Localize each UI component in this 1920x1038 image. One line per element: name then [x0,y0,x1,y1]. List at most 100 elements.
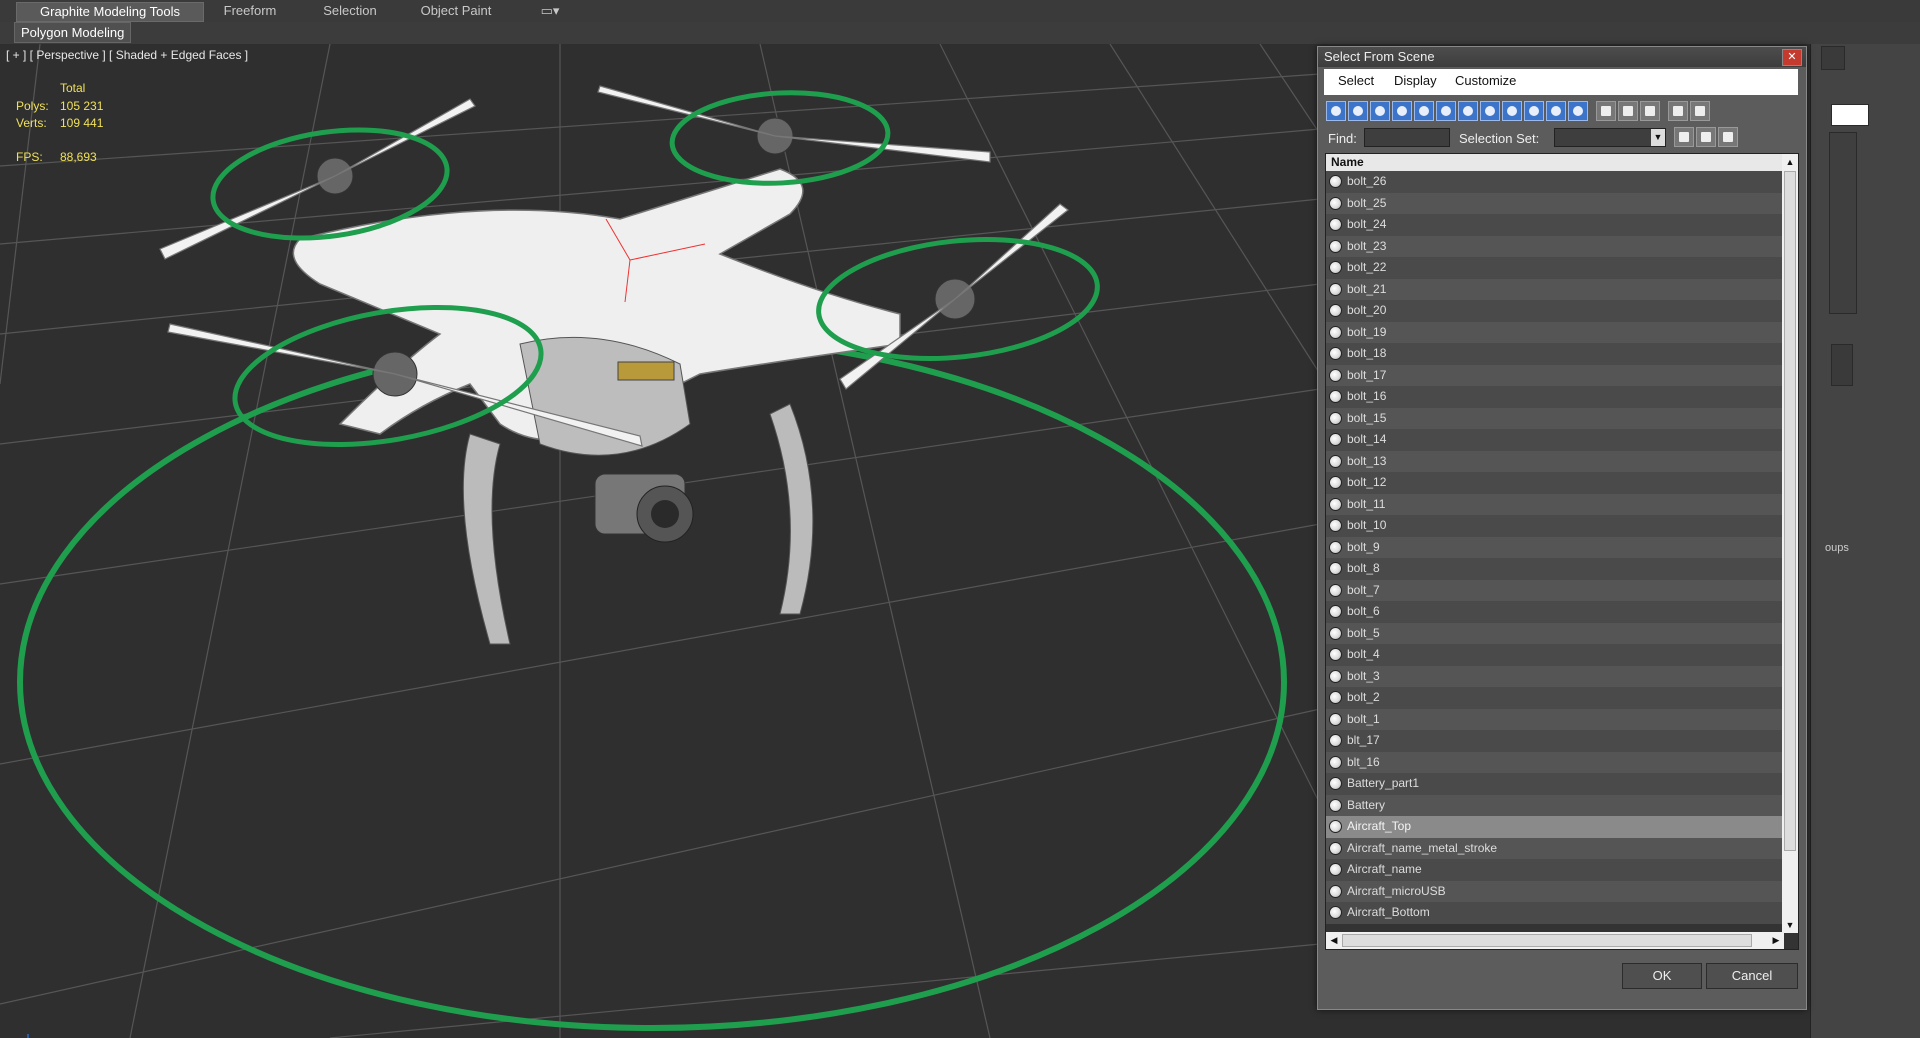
list-item[interactable]: bolt_11 [1326,493,1783,515]
command-panel-dropdown[interactable] [1831,104,1869,126]
tab-object-paint[interactable]: Object Paint [410,2,502,20]
filter-options-icon[interactable] [1690,101,1710,121]
tab-freeform[interactable]: Freeform [210,2,290,20]
geometry-object-icon [1329,691,1342,704]
menu-display[interactable]: Display [1394,73,1437,88]
list-item[interactable]: bolt_3 [1326,665,1783,687]
tab-polygon-modeling[interactable]: Polygon Modeling [14,22,132,43]
list-item-label: blt_16 [1347,754,1380,769]
display-bones-icon[interactable] [1502,101,1522,121]
list-item[interactable]: bolt_13 [1326,450,1783,472]
list-item[interactable]: bolt_8 [1326,558,1783,580]
list-item[interactable]: blt_16 [1326,751,1783,773]
find-label: Find: [1328,131,1357,146]
cancel-button[interactable]: Cancel [1706,963,1798,989]
scroll-left-icon[interactable]: ◀ [1326,932,1342,948]
display-geometry-icon[interactable] [1326,101,1346,121]
list-item[interactable]: bolt_14 [1326,429,1783,451]
list-item[interactable]: bolt_21 [1326,278,1783,300]
list-item[interactable]: bolt_2 [1326,687,1783,709]
scroll-right-icon[interactable]: ▶ [1768,932,1784,948]
chevron-down-icon[interactable]: ▼ [1651,129,1665,146]
menu-customize[interactable]: Customize [1455,73,1516,88]
list-item[interactable]: Aircraft_name [1326,859,1783,881]
command-panel: oups [1810,44,1920,1038]
list-item[interactable]: Battery_part1 [1326,773,1783,795]
list-item[interactable]: bolt_9 [1326,536,1783,558]
list-item[interactable]: bolt_10 [1326,515,1783,537]
menu-select[interactable]: Select [1338,73,1374,88]
geometry-object-icon [1329,820,1342,833]
vertical-scrollbar[interactable]: ▲ ▼ [1782,154,1798,933]
geometry-object-icon [1329,712,1342,726]
display-invert-icon[interactable] [1640,101,1660,121]
list-item[interactable]: bolt_15 [1326,407,1783,429]
display-hidden-icon[interactable] [1568,101,1588,121]
list-item[interactable]: bolt_7 [1326,579,1783,601]
display-lights-icon[interactable] [1370,101,1390,121]
viewport-label[interactable]: [ + ] [ Perspective ] [ Shaded + Edged F… [6,48,248,62]
selection-set-dropdown[interactable]: ▼ [1554,128,1666,147]
list-item-label: bolt_17 [1347,367,1387,382]
list-item[interactable]: bolt_24 [1326,214,1783,236]
list-item-label: bolt_19 [1347,324,1387,339]
list-item-label: bolt_12 [1347,475,1387,489]
list-item[interactable]: bolt_1 [1326,708,1783,730]
list-item[interactable]: bolt_20 [1326,300,1783,322]
scroll-up-icon[interactable]: ▲ [1782,154,1798,170]
list-item[interactable]: bolt_26 [1326,171,1783,193]
list-item[interactable]: bolt_6 [1326,601,1783,623]
dialog-titlebar[interactable]: Select From Scene ✕ [1318,47,1806,67]
list-item[interactable]: bolt_19 [1326,321,1783,343]
find-input[interactable] [1364,128,1450,147]
display-groups-icon[interactable] [1458,101,1478,121]
command-panel-tool-icon[interactable] [1821,46,1845,70]
object-list[interactable]: Name bolt_26 bolt_25 bolt_24 bolt_23 bolt_22… [1325,153,1799,950]
list-item[interactable]: Battery [1326,794,1783,816]
list-item[interactable]: bolt_17 [1326,364,1783,386]
geometry-object-icon [1329,411,1342,425]
display-shapes-icon[interactable] [1348,101,1368,121]
list-item[interactable]: bolt_5 [1326,622,1783,644]
select-all-icon[interactable] [1674,127,1694,147]
list-item[interactable]: bolt_22 [1326,257,1783,279]
horizontal-scrollbar[interactable]: ◀ ▶ [1326,932,1784,949]
list-item[interactable]: Aircraft_Top [1326,816,1783,838]
scrollbar-thumb[interactable] [1784,171,1796,851]
command-panel-spinner[interactable] [1831,344,1853,386]
list-item[interactable]: Aircraft_microUSB [1326,880,1783,902]
list-item[interactable]: bolt_4 [1326,644,1783,666]
display-containers-icon[interactable] [1524,101,1544,121]
geometry-object-icon [1329,605,1342,618]
tab-graphite-modeling-tools[interactable]: Graphite Modeling Tools [16,2,204,22]
select-none-icon[interactable] [1696,127,1716,147]
display-xrefs-icon[interactable] [1480,101,1500,121]
list-item[interactable]: bolt_25 [1326,192,1783,214]
list-item[interactable]: blt_17 [1326,730,1783,752]
list-item[interactable]: Aircraft_name_metal_stroke [1326,837,1783,859]
ribbon-options-icon[interactable]: ▭▾ [535,2,565,20]
display-all-icon[interactable] [1596,101,1616,121]
display-none-icon[interactable] [1618,101,1638,121]
list-item[interactable]: Aircraft_Bottom [1326,902,1783,924]
display-spacewarps-icon[interactable] [1436,101,1456,121]
find-row: Find: Selection Set: ▼ [1324,127,1798,149]
display-cameras-icon[interactable] [1392,101,1412,121]
list-item-label: bolt_4 [1347,647,1380,661]
list-item-label: bolt_26 [1347,174,1387,188]
name-column-header[interactable]: Name [1326,154,1783,171]
select-invert-icon[interactable] [1718,127,1738,147]
ribbon-tabs: Graphite Modeling Tools Freeform Selecti… [0,0,1920,23]
list-item[interactable]: bolt_12 [1326,472,1783,494]
ok-button[interactable]: OK [1622,963,1702,989]
tab-selection[interactable]: Selection [310,2,390,20]
display-helpers-icon[interactable] [1414,101,1434,121]
scroll-down-icon[interactable]: ▼ [1782,917,1798,933]
close-icon[interactable]: ✕ [1782,49,1802,66]
list-item[interactable]: bolt_23 [1326,235,1783,257]
list-item[interactable]: bolt_16 [1326,386,1783,408]
list-item[interactable]: bolt_18 [1326,343,1783,365]
display-frozen-icon[interactable] [1546,101,1566,121]
h-scrollbar-thumb[interactable] [1342,934,1752,947]
filter-icon[interactable] [1668,101,1688,121]
